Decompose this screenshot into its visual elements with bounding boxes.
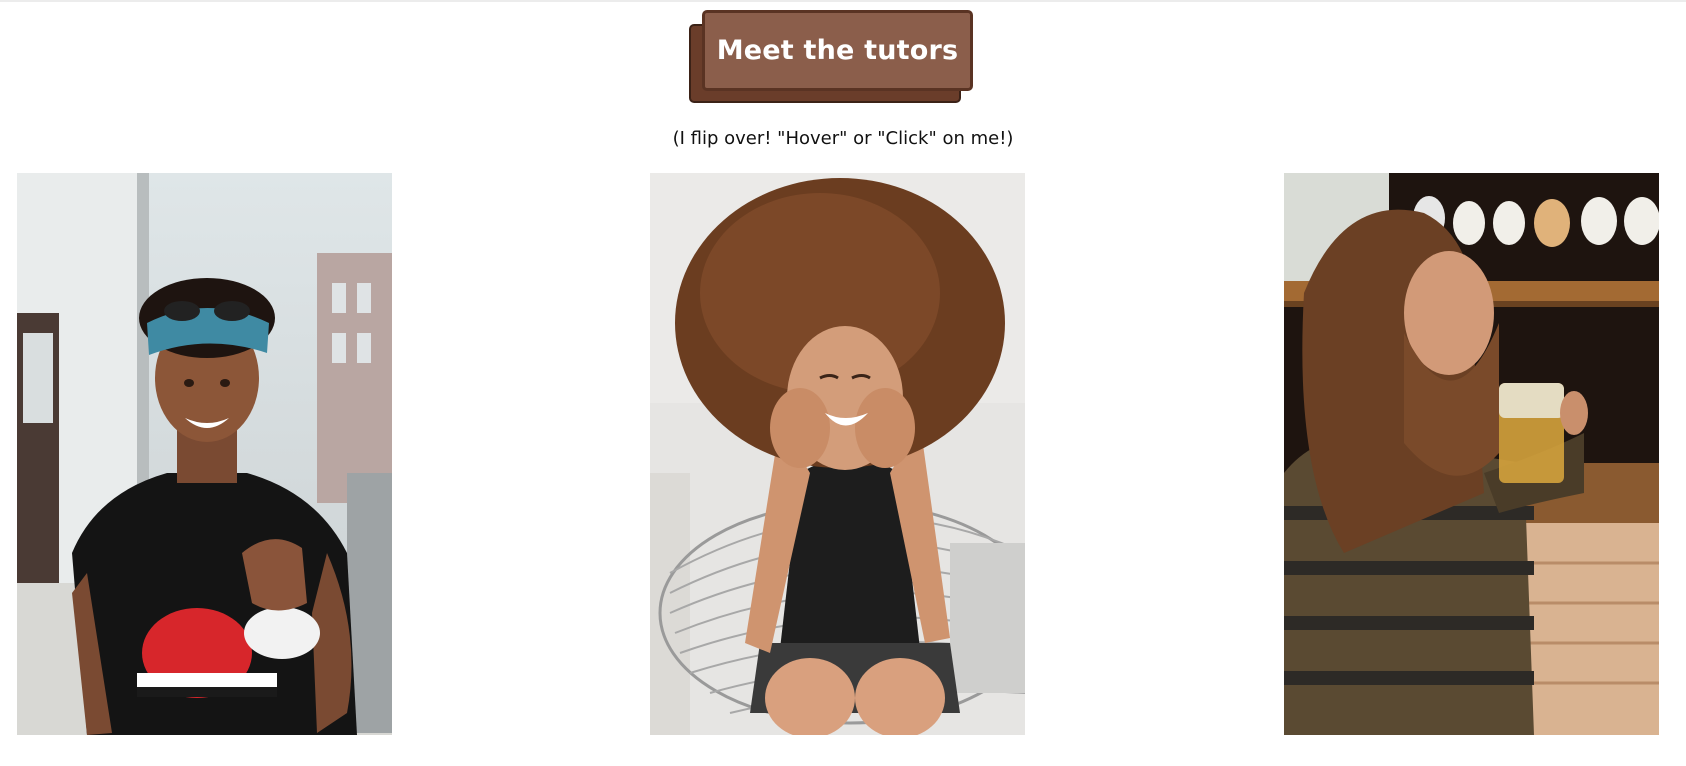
tutor-card-3[interactable] xyxy=(1284,173,1659,735)
meet-tutors-button[interactable]: Meet the tutors xyxy=(702,10,973,91)
tutor-card-1[interactable] xyxy=(17,173,392,735)
tutor-photo-3 xyxy=(1284,173,1659,735)
tutor-photo-1 xyxy=(17,173,392,735)
top-divider xyxy=(0,0,1686,2)
tutor-card-2[interactable] xyxy=(650,173,1025,735)
tutor-photo-2 xyxy=(650,173,1025,735)
meet-tutors-heading: Meet the tutors xyxy=(689,10,974,105)
flip-hint-text: (I flip over! "Hover" or "Click" on me!) xyxy=(672,128,1014,149)
